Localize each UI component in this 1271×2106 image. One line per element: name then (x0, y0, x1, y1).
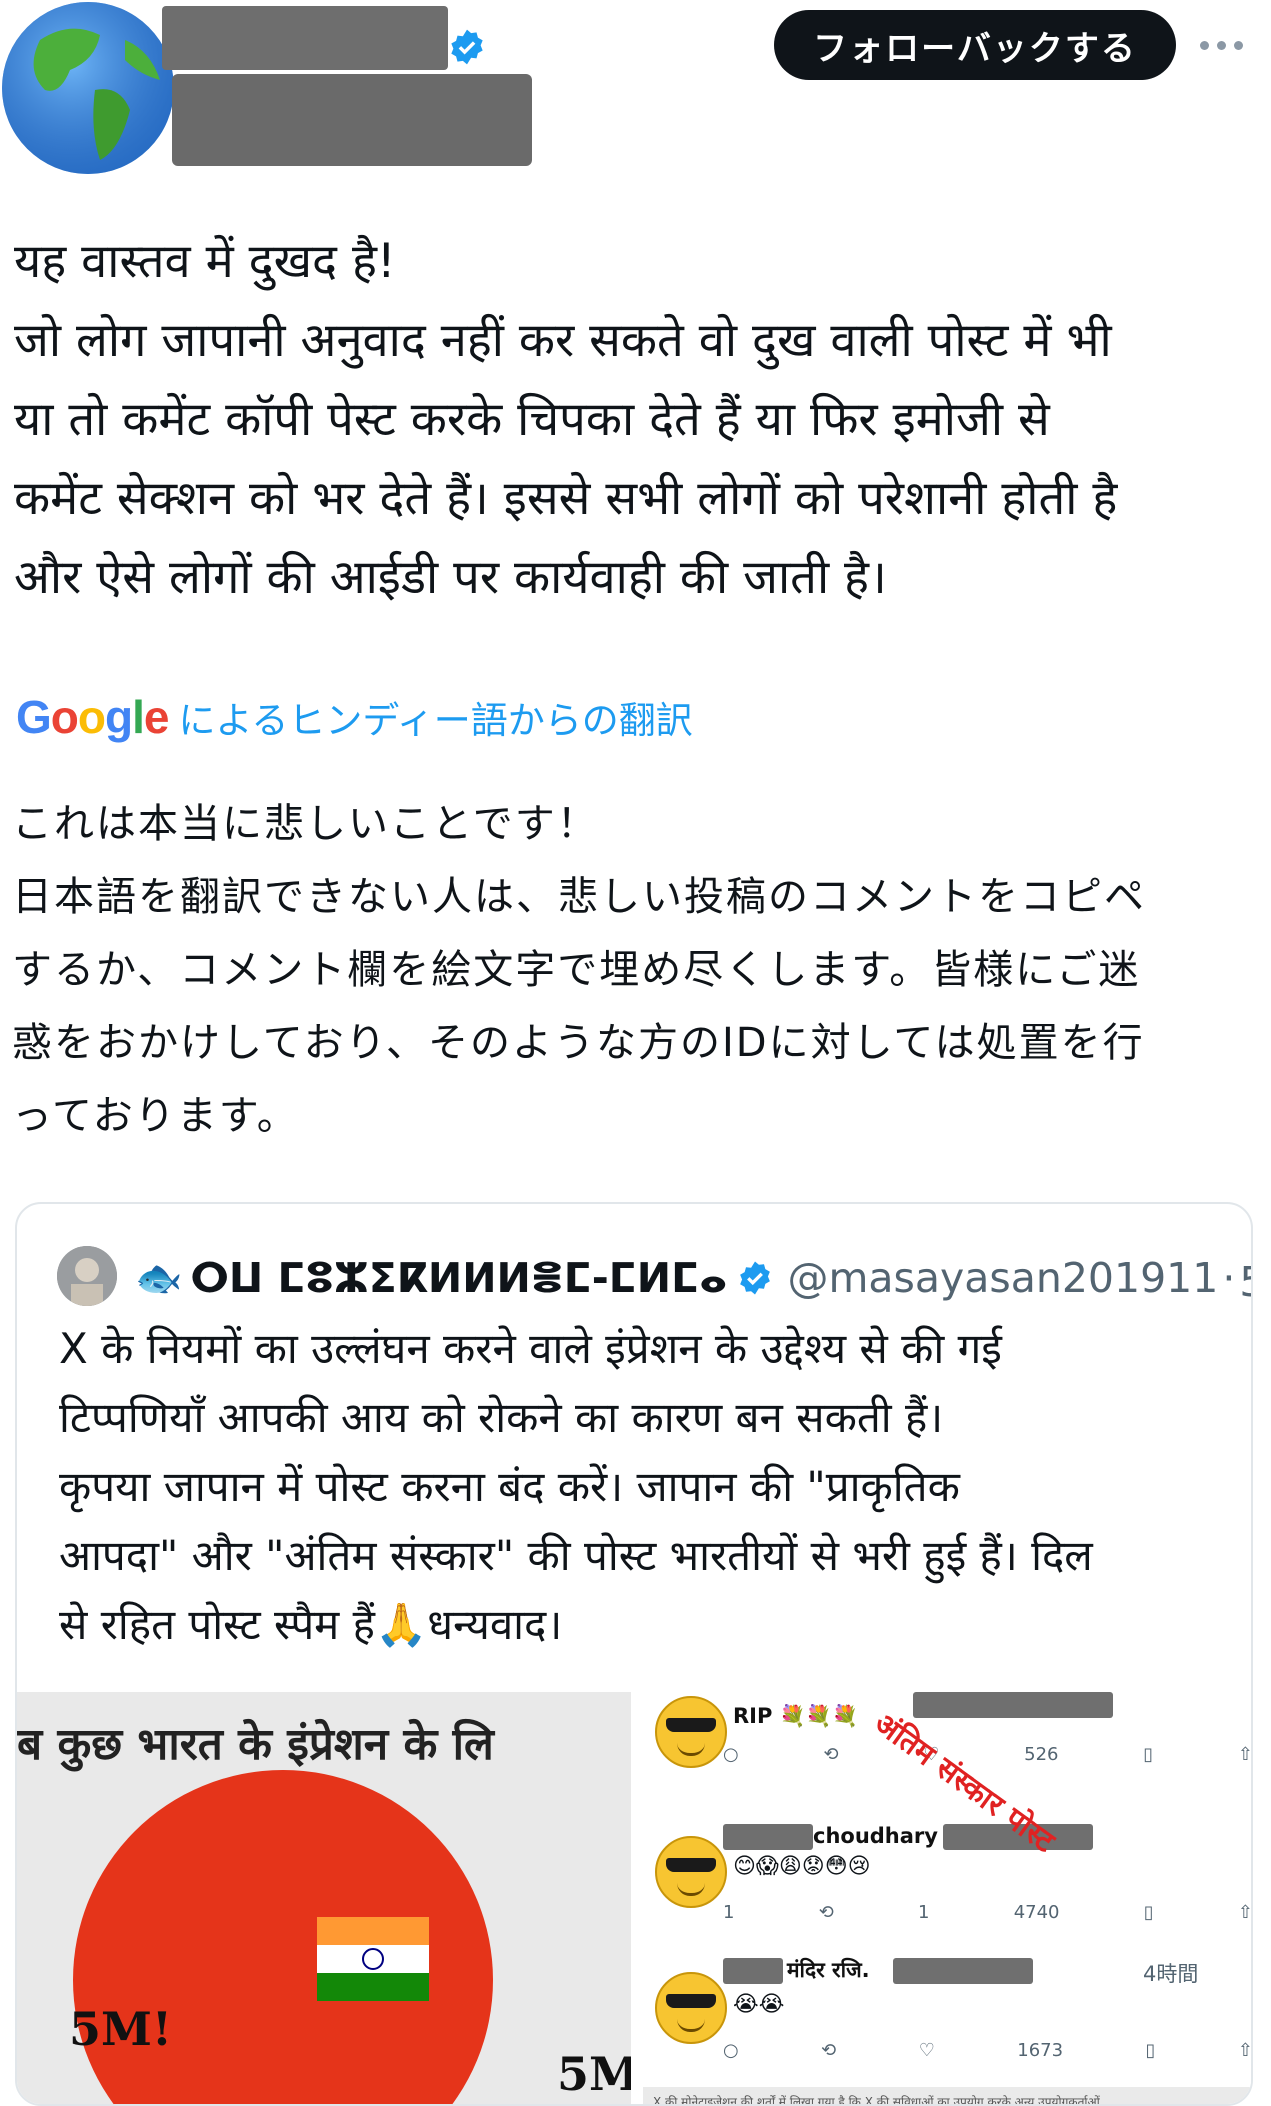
like-count: 1 (918, 1902, 930, 1923)
follow-back-button[interactable]: フォローバックする (774, 10, 1176, 80)
bookmark-icon: ▯ (1143, 1744, 1154, 1765)
repost-icon: ⟲ (818, 1902, 834, 1923)
image-footer-text: X की मोनेटाइजेशन की शर्तों में लिखा गया … (643, 2087, 1251, 2104)
fish-icon: 🐟 (135, 1255, 183, 1300)
quote-text: X के नियमों का उल्लंघन करने वाले इंप्रेश… (59, 1324, 1093, 1649)
repost-icon: ⟲ (823, 1744, 839, 1765)
reply-count: 1 (723, 1902, 735, 1923)
redacted-block (723, 1958, 783, 1984)
image-caption: ब कुछ भारत के इंप्रेशन के लि (17, 1719, 494, 1770)
translation-attribution[interactable]: Google によるヒンディー語からの翻訳 (16, 690, 693, 744)
quote-image-left[interactable]: ब कुछ भारत के इंप्रेशन के लि 5M! 5M (17, 1692, 631, 2104)
views-count: 4740 (1013, 1902, 1060, 1923)
bookmark-icon: ▯ (1145, 2040, 1156, 2061)
label-5m-secondary: 5M (557, 2047, 631, 2101)
redacted-block (913, 1692, 1113, 1718)
reply-icon: ○ (723, 2040, 739, 2061)
bookmark-icon: ▯ (1143, 1902, 1154, 1923)
comment-row: choudhary 😊😱😩😟😳😢 1 ⟲ 1 4740 ▯ ⇧ (643, 1820, 1253, 1950)
action-icons: 1 ⟲ 1 4740 ▯ ⇧ (723, 1902, 1253, 1923)
share-icon: ⇧ (1237, 1744, 1253, 1765)
quote-author-name[interactable]: ⵔⵡ ⵎⵓⵣⵉⴽⵍⵍⵍⴻⵎ-ⵎⵍⵎⴰ (190, 1254, 727, 1302)
views-count: 526 (1024, 1744, 1059, 1765)
sunglasses-emoji-avatar (655, 1836, 727, 1908)
quote-avatar[interactable] (57, 1246, 117, 1306)
sunglasses-emoji-avatar (655, 1972, 727, 2044)
comment-author: मंदिर रजि. (787, 1958, 870, 1982)
avatar[interactable] (0, 0, 176, 176)
redacted-block (893, 1958, 1033, 1984)
repost-icon: ⟲ (821, 2040, 837, 2061)
action-icons: ○ ⟲ ♡ 526 ▯ ⇧ (723, 1744, 1253, 1765)
verified-badge-icon (737, 1260, 773, 1296)
like-icon: ♡ (918, 2040, 935, 2061)
india-flag-icon (317, 1917, 429, 2001)
post-text: यह वास्तव में दुखद है! जो लोग जापानी अनु… (14, 234, 1118, 605)
quoted-post[interactable]: 🐟 ⵔⵡ ⵎⵓⵣⵉⴽⵍⵍⵍⴻⵎ-ⵎⵍⵎⴰ @masayasan201911 · … (15, 1202, 1253, 2106)
emoji-reactions: 😊😱😩😟😳😢 (733, 1854, 871, 1879)
emoji-reactions: 😭😭 (733, 1992, 785, 2017)
quote-handle[interactable]: @masayasan201911 (787, 1254, 1218, 1302)
quote-header: 🐟 ⵔⵡ ⵎⵓⵣⵉⴽⵍⵍⵍⴻⵎ-ⵎⵍⵎⴰ @masayasan201911 · … (135, 1248, 1251, 1308)
share-icon: ⇧ (1237, 1902, 1253, 1923)
quote-image-right[interactable]: RIP 💐💐💐 ○ ⟲ ♡ 526 ▯ ⇧ choudhary 😊😱😩😟😳😢 1… (643, 1692, 1253, 2104)
translation-label: によるヒンディー語からの翻訳 (178, 699, 693, 742)
label-5m: 5M! (69, 2002, 173, 2056)
google-logo: Google (16, 691, 169, 743)
more-options-icon[interactable] (1200, 30, 1250, 60)
verified-badge-icon (448, 28, 486, 66)
separator-dot: · (1222, 1254, 1236, 1302)
redacted-block (723, 1824, 813, 1850)
comment-row: मंदिर रजि. 4時間 😭😭 ○ ⟲ ♡ 1673 ▯ ⇧ (643, 1948, 1253, 2090)
quote-time: 5日 (1239, 1248, 1251, 1308)
sunglasses-emoji-avatar (655, 1696, 727, 1768)
display-name-redacted (162, 6, 448, 70)
comment-author: choudhary (813, 1824, 938, 1848)
action-icons: ○ ⟲ ♡ 1673 ▯ ⇧ (723, 2040, 1253, 2061)
comment-time: 4時間 (1143, 1962, 1199, 1986)
share-icon: ⇧ (1237, 2040, 1253, 2061)
views-count: 1673 (1017, 2040, 1064, 2061)
reply-icon: ○ (723, 1744, 739, 1765)
handle-redacted (172, 74, 532, 166)
comment-text: RIP 💐💐💐 (733, 1704, 859, 1728)
translated-text: これは本当に悲しいことです！ 日本語を翻訳できない人は、悲しい投稿のコメントをコ… (12, 801, 1146, 1139)
